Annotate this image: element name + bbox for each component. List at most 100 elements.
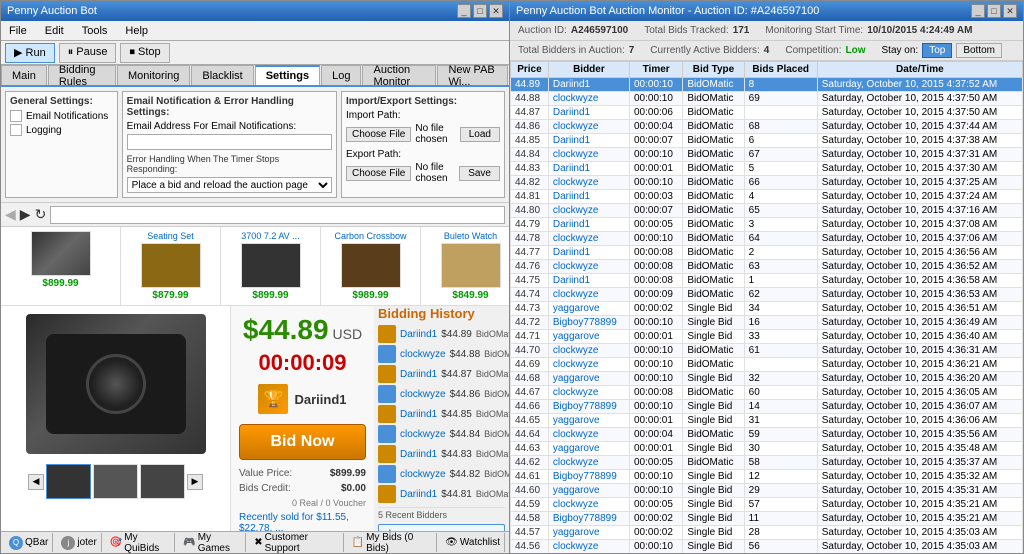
small-thumb-1[interactable] — [93, 464, 138, 499]
status-myquibids[interactable]: 🎯 My QuiBids — [106, 533, 175, 552]
menu-file[interactable]: File — [5, 24, 31, 38]
table-row[interactable]: 44.79 Dariind1 00:00:05 BidOMatic 3 Satu… — [511, 218, 1023, 232]
table-row[interactable]: 44.86 clockwyze 00:00:04 BidOMatic 68 Sa… — [511, 120, 1023, 134]
close-button[interactable]: ✕ — [489, 4, 503, 18]
bidding-history-title: Bidding History — [378, 306, 505, 321]
table-row[interactable]: 44.58 Bigboy778899 00:00:02 Single Bid 1… — [511, 512, 1023, 526]
thumb-0[interactable]: Seating Set $879.99 — [121, 227, 221, 305]
tab-main[interactable]: Main — [1, 65, 47, 85]
table-row[interactable]: 44.78 clockwyze 00:00:10 BidOMatic 64 Sa… — [511, 232, 1023, 246]
cell-timer: 00:00:05 — [630, 218, 683, 232]
table-row[interactable]: 44.65 yaggarove 00:00:01 Single Bid 31 S… — [511, 414, 1023, 428]
table-row[interactable]: 44.80 clockwyze 00:00:07 BidOMatic 65 Sa… — [511, 204, 1023, 218]
menu-edit[interactable]: Edit — [41, 24, 68, 38]
currency-label: USD — [333, 326, 363, 342]
save-button[interactable]: Save — [459, 166, 500, 181]
thumb-1[interactable]: 3700 7.2 AV ... $899.99 — [221, 227, 321, 305]
tab-auction-monitor[interactable]: Auction Monitor — [362, 65, 436, 85]
stop-button[interactable]: ⏹ Stop — [120, 43, 169, 63]
table-row[interactable]: 44.59 clockwyze 00:00:05 Single Bid 57 S… — [511, 498, 1023, 512]
tab-new-pab[interactable]: New PAB Wi... — [437, 65, 508, 85]
tab-settings[interactable]: Settings — [255, 65, 320, 85]
email-notifications-checkbox[interactable] — [10, 110, 22, 122]
prev-thumb-button[interactable]: ◀ — [28, 474, 44, 490]
email-input[interactable] — [127, 134, 332, 150]
tab-monitoring[interactable]: Monitoring — [117, 65, 190, 85]
auction-header: Auction ID: A246597100 Total Bids Tracke… — [510, 21, 1023, 41]
current-bidder-name: Dariind1 — [294, 392, 346, 407]
cell-type: BidOMatic — [683, 106, 744, 120]
table-row[interactable]: 44.62 clockwyze 00:00:05 BidOMatic 58 Sa… — [511, 456, 1023, 470]
small-thumb-2[interactable] — [140, 464, 185, 499]
table-row[interactable]: 44.85 Dariind1 00:00:07 BidOMatic 6 Satu… — [511, 134, 1023, 148]
table-row[interactable]: 44.67 clockwyze 00:00:08 BidOMatic 60 Sa… — [511, 386, 1023, 400]
camera-lens — [86, 354, 146, 414]
stay-bottom-button[interactable]: Bottom — [956, 43, 1002, 58]
stay-top-button[interactable]: Top — [922, 43, 952, 58]
bh-price: $44.81 — [441, 489, 472, 500]
table-row[interactable]: 44.57 yaggarove 00:00:02 Single Bid 28 S… — [511, 526, 1023, 540]
table-row[interactable]: 44.68 yaggarove 00:00:10 Single Bid 32 S… — [511, 372, 1023, 386]
table-row[interactable]: 44.88 clockwyze 00:00:10 BidOMatic 69 Sa… — [511, 92, 1023, 106]
cell-timer: 00:00:04 — [630, 120, 683, 134]
table-row[interactable]: 44.72 Bigboy778899 00:00:10 Single Bid 1… — [511, 316, 1023, 330]
bid-now-button[interactable]: Bid Now — [239, 424, 366, 460]
right-minimize-button[interactable]: _ — [971, 4, 985, 18]
small-thumb-0[interactable] — [46, 464, 91, 499]
table-row[interactable]: 44.89 Dariind1 00:00:10 BidOMatic 8 Satu… — [511, 78, 1023, 92]
export-choose-file[interactable]: Choose File — [346, 166, 411, 181]
table-row[interactable]: 44.61 Bigboy778899 00:00:10 Single Bid 1… — [511, 470, 1023, 484]
table-row[interactable]: 44.71 yaggarove 00:00:01 Single Bid 33 S… — [511, 330, 1023, 344]
table-row[interactable]: 44.56 clockwyze 00:00:10 Single Bid 56 S… — [511, 540, 1023, 554]
recently-sold[interactable]: Recently sold for $11.55, $22.78, ... — [239, 512, 366, 531]
table-row[interactable]: 44.73 yaggarove 00:00:02 Single Bid 34 S… — [511, 302, 1023, 316]
forward-icon[interactable]: ▶ — [20, 206, 31, 223]
status-support[interactable]: ✖ Customer Support — [250, 533, 343, 552]
error-select[interactable]: Place a bid and reload the auction page — [127, 177, 332, 193]
table-row[interactable]: 44.64 clockwyze 00:00:04 BidOMatic 59 Sa… — [511, 428, 1023, 442]
thumb-2[interactable]: Carbon Crossbow $989.99 — [321, 227, 421, 305]
cell-date: Saturday, October 10, 2015 4:36:31 AM — [817, 344, 1022, 358]
table-row[interactable]: 44.74 clockwyze 00:00:09 BidOMatic 62 Sa… — [511, 288, 1023, 302]
status-watchlist[interactable]: 👁 Watchlist — [441, 533, 505, 552]
main-thumb[interactable]: $899.99 — [1, 227, 121, 305]
thumb-3[interactable]: Buleto Watch $849.99 — [421, 227, 509, 305]
logging-checkbox[interactable] — [10, 124, 22, 136]
table-row[interactable]: 44.87 Dariind1 00:00:06 BidOMatic Saturd… — [511, 106, 1023, 120]
table-row[interactable]: 44.75 Dariind1 00:00:08 BidOMatic 1 Satu… — [511, 274, 1023, 288]
pause-button[interactable]: ⏸ Pause — [59, 43, 117, 63]
menu-help[interactable]: Help — [121, 24, 152, 38]
thumb-label-2: Carbon Crossbow — [334, 231, 406, 241]
status-mybids[interactable]: 📋 My Bids (0 Bids) — [348, 533, 437, 552]
table-row[interactable]: 44.60 yaggarove 00:00:10 Single Bid 29 S… — [511, 484, 1023, 498]
right-close-button[interactable]: ✕ — [1003, 4, 1017, 18]
menu-tools[interactable]: Tools — [78, 24, 112, 38]
run-button[interactable]: ▶ Run — [5, 43, 55, 63]
table-row[interactable]: 44.83 Dariind1 00:00:01 BidOMatic 5 Satu… — [511, 162, 1023, 176]
table-row[interactable]: 44.70 clockwyze 00:00:10 BidOMatic 61 Sa… — [511, 344, 1023, 358]
url-input[interactable]: http://quibids.com/en/auction-24659710US… — [50, 206, 505, 224]
tab-bidding-rules[interactable]: Bidding Rules — [48, 65, 116, 85]
status-mygames[interactable]: 🎮 My Games — [179, 533, 246, 552]
table-row[interactable]: 44.81 Dariind1 00:00:03 BidOMatic 4 Satu… — [511, 190, 1023, 204]
table-row[interactable]: 44.77 Dariind1 00:00:08 BidOMatic 2 Satu… — [511, 246, 1023, 260]
table-row[interactable]: 44.82 clockwyze 00:00:10 BidOMatic 66 Sa… — [511, 176, 1023, 190]
table-row[interactable]: 44.69 clockwyze 00:00:10 BidOMatic Satur… — [511, 358, 1023, 372]
maximize-button[interactable]: □ — [473, 4, 487, 18]
right-maximize-button[interactable]: □ — [987, 4, 1001, 18]
minimize-button[interactable]: _ — [457, 4, 471, 18]
tab-log[interactable]: Log — [321, 65, 361, 85]
table-row[interactable]: 44.63 yaggarove 00:00:01 Single Bid 30 S… — [511, 442, 1023, 456]
cell-date: Saturday, October 10, 2015 4:37:24 AM — [817, 190, 1022, 204]
status-joter[interactable]: j joter — [57, 533, 101, 552]
tab-blacklist[interactable]: Blacklist — [191, 65, 253, 85]
table-row[interactable]: 44.84 clockwyze 00:00:10 BidOMatic 67 Sa… — [511, 148, 1023, 162]
table-row[interactable]: 44.76 clockwyze 00:00:08 BidOMatic 63 Sa… — [511, 260, 1023, 274]
table-row[interactable]: 44.66 Bigboy778899 00:00:10 Single Bid 1… — [511, 400, 1023, 414]
status-qbar[interactable]: Q QBar — [5, 533, 53, 552]
back-icon[interactable]: ◀ — [5, 206, 16, 223]
refresh-icon[interactable]: ↻ — [35, 206, 47, 223]
load-button[interactable]: Load — [460, 127, 500, 142]
import-choose-file[interactable]: Choose File — [346, 127, 411, 142]
next-thumb-button[interactable]: ▶ — [187, 474, 203, 490]
